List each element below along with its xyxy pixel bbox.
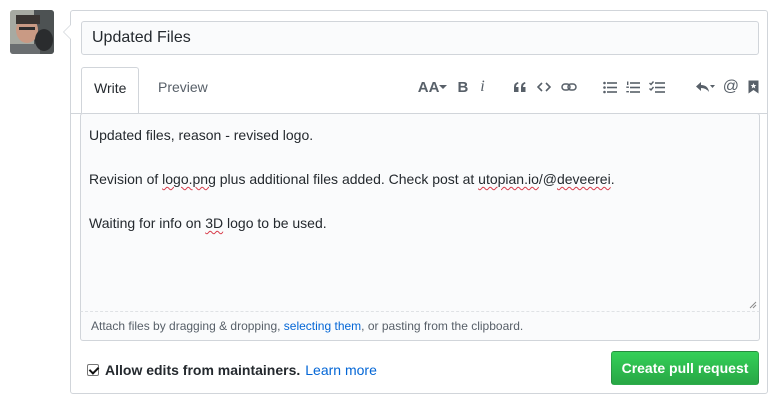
mention-button[interactable]: @ [723,76,739,98]
allow-edits-label[interactable]: Allow edits from maintainers. [105,362,300,378]
tab-preview[interactable]: Preview [146,67,220,113]
italic-button[interactable]: i [480,76,484,98]
link-icon[interactable] [561,76,577,98]
reply-icon[interactable] [695,76,715,98]
editor-line-1: Updated files, reason - revised logo. [89,127,314,143]
tab-write[interactable]: Write [81,67,140,114]
pull-request-form: Write Preview AA B i [63,10,768,394]
caret-down-icon [439,85,448,89]
quote-icon[interactable] [513,76,527,98]
unordered-list-icon[interactable] [602,76,617,98]
comment-body-textarea[interactable]: Updated files, reason - revised logo. Re… [80,113,760,312]
code-icon[interactable] [536,76,551,98]
resize-handle-icon[interactable] [747,299,757,309]
ordered-list-icon[interactable] [626,76,640,98]
editor-line-2: Revision of logo.png plus additional fil… [89,171,615,187]
learn-more-link[interactable]: Learn more [305,362,377,378]
editor-tabbar: Write Preview AA B i @ [71,65,767,114]
task-list-icon[interactable] [648,76,665,98]
header-text-label: AA [417,78,440,96]
bookmark-icon[interactable] [748,76,759,98]
editor-line-3: Waiting for info on 3D logo to be used. [89,215,327,231]
title-input[interactable] [81,21,759,55]
allow-edits-checkbox[interactable] [87,364,99,376]
select-files-link[interactable]: selecting them [284,319,361,333]
header-text-button[interactable]: AA [418,76,448,98]
markdown-toolbar: AA B i @ [418,75,759,99]
avatar[interactable] [10,10,54,54]
bold-button[interactable]: B [457,76,468,98]
create-pull-request-button[interactable]: Create pull request [611,351,759,385]
allow-edits-row: Allow edits from maintainers. Learn more [87,362,377,378]
attach-files-bar[interactable]: Attach files by dragging & dropping, sel… [80,312,760,341]
